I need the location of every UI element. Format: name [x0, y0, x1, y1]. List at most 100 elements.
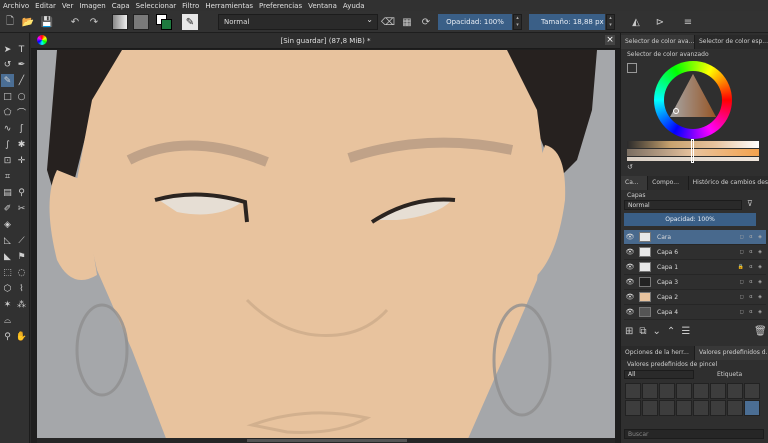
fill-tool-icon[interactable]: ◈: [1, 218, 14, 231]
brush-preset-tile[interactable]: [642, 400, 658, 416]
tab-advanced-color[interactable]: Selector de color ava...: [621, 35, 695, 49]
brush-preset-tile[interactable]: [727, 400, 743, 416]
brush-preset-icon[interactable]: ✎: [182, 14, 198, 30]
workspace-menu-icon[interactable]: ≡: [680, 14, 696, 30]
opacity-spinner[interactable]: ▴ ▾: [513, 14, 522, 30]
size-spinner[interactable]: ▴ ▾: [606, 14, 615, 30]
color-settings-icon[interactable]: [627, 63, 637, 73]
tab-undo-history[interactable]: Histórico de cambios des...: [688, 176, 768, 190]
brush-preset-tile[interactable]: [744, 383, 760, 399]
layer-row[interactable]: 👁 Capa 6 ◻ α ◈: [624, 245, 766, 260]
tab-tool-options[interactable]: Opciones de la herr...: [621, 346, 695, 360]
visibility-eye-icon[interactable]: 👁: [624, 293, 636, 301]
visibility-eye-icon[interactable]: 👁: [624, 278, 636, 286]
menu-capa[interactable]: Capa: [109, 2, 133, 10]
multibrush-icon[interactable]: ✱: [15, 138, 28, 151]
redo-icon[interactable]: ↷: [86, 14, 102, 30]
blend-mode-select[interactable]: Normal: [218, 13, 378, 30]
move-tool-icon[interactable]: ✛: [15, 154, 28, 167]
ellipse-tool-icon[interactable]: ○: [15, 90, 28, 103]
brush-preset-tile[interactable]: [710, 383, 726, 399]
reload-preset-icon[interactable]: ⟳: [418, 14, 434, 30]
bezier-select-icon[interactable]: ⌓: [1, 314, 14, 327]
colorize-mask-icon[interactable]: ✐: [1, 202, 14, 215]
brush-preset-tile[interactable]: [659, 400, 675, 416]
color-hue-wheel[interactable]: [654, 61, 732, 139]
brush-preset-tile[interactable]: [625, 383, 641, 399]
undo-icon[interactable]: ↶: [67, 14, 83, 30]
brush-preset-tile[interactable]: [727, 383, 743, 399]
menu-ver[interactable]: Ver: [59, 2, 76, 10]
layer-row[interactable]: 👁 Cara ◻ α ◈: [624, 230, 766, 245]
save-icon[interactable]: 💾: [39, 14, 55, 30]
document-tab[interactable]: [Sin guardar] (87,8 MiB) * ×: [31, 33, 620, 49]
bezier-tool-icon[interactable]: ∿: [1, 122, 14, 135]
brush-preset-tile-selected[interactable]: [744, 400, 760, 416]
close-document-icon[interactable]: ×: [605, 35, 615, 45]
menu-ventana[interactable]: Ventana: [305, 2, 340, 10]
menu-herramientas[interactable]: Herramientas: [202, 2, 256, 10]
brush-preset-tile[interactable]: [676, 383, 692, 399]
contiguous-select-icon[interactable]: ✶: [1, 298, 14, 311]
layer-opacity-slider[interactable]: Opacidad: 100%: [624, 213, 756, 226]
duplicate-layer-icon[interactable]: ⧉: [639, 326, 652, 337]
new-document-icon[interactable]: 🗋: [2, 14, 18, 30]
layer-flags[interactable]: ◻ α ◈: [740, 234, 764, 240]
brush-preset-tile[interactable]: [693, 400, 709, 416]
layer-flags-locked[interactable]: 🔒 α ◈: [737, 264, 764, 270]
assistant-tool-icon[interactable]: ◺: [1, 234, 14, 247]
polygon-tool-icon[interactable]: ⬠: [1, 106, 14, 119]
rectangle-tool-icon[interactable]: □: [1, 90, 14, 103]
menu-imagen[interactable]: Imagen: [76, 2, 108, 10]
menu-archivo[interactable]: Archivo: [0, 2, 32, 10]
brush-preset-tile[interactable]: [676, 400, 692, 416]
freehand-brush-icon[interactable]: ✎: [1, 74, 14, 87]
preserve-alpha-icon[interactable]: ▦: [399, 14, 415, 30]
brush-preset-tile[interactable]: [642, 383, 658, 399]
layer-row[interactable]: 👁 Capa 1 🔒 α ◈: [624, 260, 766, 275]
menu-ayuda[interactable]: Ayuda: [340, 2, 368, 10]
menu-preferencias[interactable]: Preferencias: [256, 2, 305, 10]
add-layer-icon[interactable]: ⊞: [625, 326, 639, 337]
line-tool-icon[interactable]: ╱: [15, 74, 28, 87]
drawing-canvas[interactable]: [37, 50, 615, 441]
dynamic-brush-icon[interactable]: ∫: [1, 138, 14, 151]
filter-icon[interactable]: ⊽: [747, 199, 753, 208]
pan-tool-icon[interactable]: ✋: [15, 330, 28, 343]
menu-editar[interactable]: Editar: [32, 2, 59, 10]
freehand-path-icon[interactable]: ʃ: [15, 122, 28, 135]
eraser-mode-icon[interactable]: ⌫: [380, 14, 396, 30]
menu-seleccionar[interactable]: Seleccionar: [133, 2, 180, 10]
layer-row[interactable]: 👁 Capa 4 ◻ α ◈: [624, 305, 766, 320]
presets-filter-select[interactable]: All: [624, 370, 694, 379]
brush-preset-tile[interactable]: [659, 383, 675, 399]
edit-shapes-icon[interactable]: ↺: [1, 58, 14, 71]
text-tool-icon[interactable]: T: [15, 43, 28, 56]
visibility-eye-icon[interactable]: 👁: [624, 308, 636, 316]
layer-flags[interactable]: ◻ α ◈: [740, 249, 764, 255]
brush-preset-tile[interactable]: [625, 400, 641, 416]
gradient-tool-icon[interactable]: ▤: [1, 186, 14, 199]
move-down-icon[interactable]: ⌄: [653, 326, 667, 337]
preset-search-input[interactable]: Buscar: [624, 429, 764, 439]
smart-patch-icon[interactable]: ✂: [15, 202, 28, 215]
rect-select-icon[interactable]: ⬚: [1, 266, 14, 279]
pin-icon[interactable]: ⚑: [15, 250, 28, 263]
layer-flags[interactable]: ◻ α ◈: [740, 294, 764, 300]
transform-tool-icon[interactable]: ⊡: [1, 154, 14, 167]
layer-blend-select[interactable]: Normal: [624, 200, 742, 210]
visibility-eye-icon[interactable]: 👁: [624, 263, 636, 271]
tab-specific-color[interactable]: Selector de color esp...: [695, 35, 768, 49]
brush-preset-tile[interactable]: [693, 383, 709, 399]
tab-brush-presets[interactable]: Valores predefinidos d...: [695, 346, 768, 360]
layer-flags[interactable]: ◻ α ◈: [740, 279, 764, 285]
opacity-slider[interactable]: Opacidad: 100%: [438, 14, 512, 30]
layer-row[interactable]: 👁 Capa 2 ◻ α ◈: [624, 290, 766, 305]
history-icon[interactable]: ↺: [627, 163, 633, 171]
polygon-select-icon[interactable]: ⬡: [1, 282, 14, 295]
visibility-eye-icon[interactable]: 👁: [624, 248, 636, 256]
menu-filtro[interactable]: Filtro: [179, 2, 202, 10]
visibility-eye-icon[interactable]: 👁: [624, 233, 636, 241]
crop-tool-icon[interactable]: ⌗: [1, 170, 14, 183]
measure-tool-icon[interactable]: ⟋: [15, 234, 28, 247]
